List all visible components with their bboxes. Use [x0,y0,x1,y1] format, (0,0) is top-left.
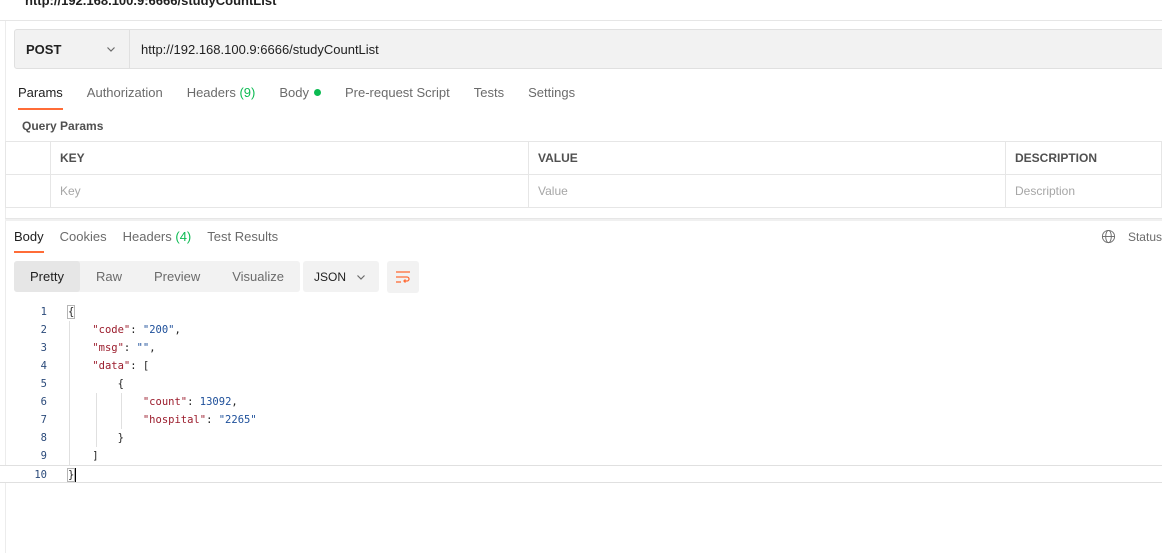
chevron-down-icon [107,47,115,52]
view-visualize-button[interactable]: Visualize [216,261,300,292]
json-value: "200" [142,324,175,336]
json-value: "" [136,342,150,354]
wrap-lines-button[interactable] [387,261,419,293]
response-tab-body[interactable]: Body [14,229,44,253]
body-indicator-dot [313,89,321,96]
format-select[interactable]: JSON [303,261,379,292]
table-row: Key Value Description [5,174,1162,208]
chevron-down-icon [357,274,365,280]
url-title-bar: http://192.168.100.9:6666/studyCountList [0,0,1162,21]
format-label: JSON [314,269,347,284]
status-label: Status [1127,229,1162,244]
column-header-value: VALUE [528,141,1006,175]
code-line: 3 "msg": "", [0,339,1162,357]
line-number: 3 [40,342,47,354]
query-params-table: KEY VALUE DESCRIPTION Key Value Descript… [5,141,1162,208]
code-line: 5 { [0,375,1162,393]
json-key: "data" [92,360,131,372]
tab-params-label: Params [18,85,63,100]
tab-settings[interactable]: Settings [528,84,575,110]
tab-body-label: Body [279,85,309,100]
code-token: { [67,305,76,319]
response-body-editor[interactable]: 1{ 2 "code": "200", 3 "msg": "", 4 "data… [0,303,1162,483]
code-token: { [117,378,124,390]
line-number: 7 [40,414,47,426]
view-raw-button[interactable]: Raw [80,261,138,292]
response-tab-headers-label: Headers [122,229,172,244]
code-line: 4 "data": [ [0,357,1162,375]
globe-icon[interactable] [1101,229,1116,244]
json-key: "hospital" [142,414,207,426]
response-tab-cookies[interactable]: Cookies [60,229,107,253]
method-select[interactable]: POST [15,30,130,68]
tab-headers-label: Headers [186,85,236,100]
response-tab-headers[interactable]: Headers (4) [123,229,192,253]
request-tabs: Params Authorization Headers (9) Body Pr… [18,84,599,110]
request-bar: POST [14,29,1162,69]
pane-divider[interactable] [5,218,1162,221]
column-header-description: DESCRIPTION [1005,141,1162,175]
column-header-key: KEY [50,141,529,175]
code-line: 9 ] [0,447,1162,465]
tab-params[interactable]: Params [18,84,63,110]
line-number: 4 [40,360,47,372]
row-handle-cell [5,174,51,208]
json-value: "2265" [218,414,257,426]
request-title: http://192.168.100.9:6666/studyCountList [25,0,277,8]
view-pretty-button[interactable]: Pretty [14,261,80,292]
headers-count: (9) [239,85,256,100]
response-tab-cookies-label: Cookies [59,229,107,244]
wrap-lines-icon [396,271,410,283]
tab-settings-label: Settings [528,85,576,100]
code-token: ] [92,450,99,462]
line-number: 10 [34,469,47,481]
text-cursor [75,468,77,482]
json-key: "count" [142,396,188,408]
tab-tests-label: Tests [473,85,505,100]
code-line: 2 "code": "200", [0,321,1162,339]
tab-headers[interactable]: Headers (9) [187,84,256,110]
tab-pre-request-script[interactable]: Pre-request Script [345,84,450,110]
view-preview-button[interactable]: Preview [138,261,216,292]
code-token: [ [142,360,150,372]
code-token: } [67,468,76,482]
line-number: 1 [40,306,47,318]
response-tab-body-label: Body [14,229,44,244]
description-input[interactable]: Description [1005,174,1162,208]
tab-pre-request-label: Pre-request Script [344,85,450,100]
line-number: 9 [40,450,47,462]
tab-body[interactable]: Body [279,84,321,110]
view-mode-group: Pretty Raw Preview Visualize [14,261,301,292]
method-label: POST [26,41,62,57]
key-input[interactable]: Key [50,174,529,208]
response-tab-test-results-label: Test Results [207,229,279,244]
line-number: 2 [40,324,47,336]
row-handle-cell [5,141,51,175]
json-key: "msg" [92,342,124,354]
response-tab-test-results[interactable]: Test Results [207,229,278,253]
line-number: 8 [40,432,47,444]
tab-authorization-label: Authorization [86,85,163,100]
line-number: 6 [40,396,47,408]
json-value: 13092 [199,396,232,408]
code-line: 6 "count": 13092, [0,393,1162,411]
code-line: 7 "hospital": "2265" [0,411,1162,429]
code-line: 8 } [0,429,1162,447]
json-key: "code" [92,324,131,336]
value-input[interactable]: Value [528,174,1006,208]
code-token: } [117,432,124,444]
code-line: 1{ [0,303,1162,321]
tab-authorization[interactable]: Authorization [87,84,163,110]
query-params-title: Query Params [22,119,104,133]
response-status: Status [1101,229,1162,244]
response-headers-count: (4) [175,229,192,244]
url-input[interactable] [130,30,1162,68]
response-tabs: Body Cookies Headers (4) Test Results [14,229,294,253]
line-number: 5 [40,378,47,390]
code-line-current: 10} [0,465,1162,483]
table-header-row: KEY VALUE DESCRIPTION [5,141,1162,175]
tab-tests[interactable]: Tests [474,84,504,110]
